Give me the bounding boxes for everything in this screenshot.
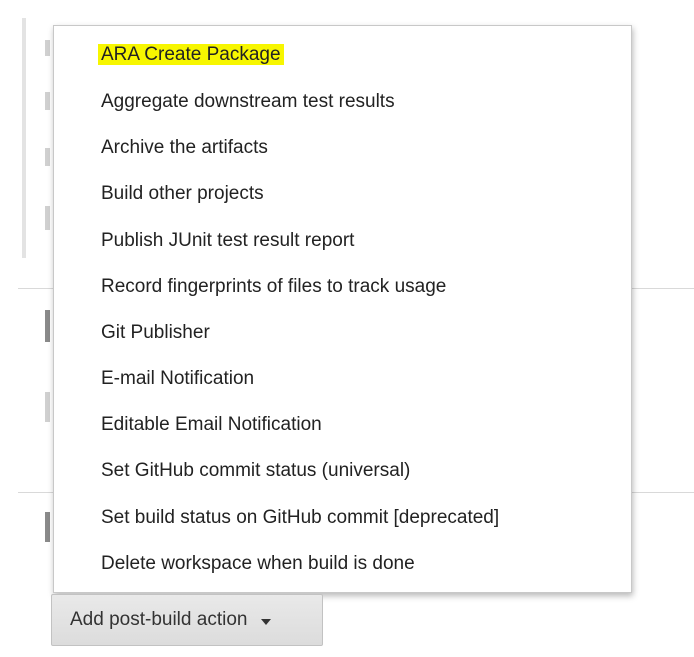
menu-item-label: Delete workspace when build is done: [101, 553, 415, 574]
form-field-stub: [45, 392, 50, 422]
menu-item-label: ARA Create Package: [98, 44, 284, 65]
add-post-build-action-label: Add post-build action: [70, 609, 248, 630]
form-field-stub: [45, 206, 50, 230]
menu-item-publish-junit-report[interactable]: Publish JUnit test result report: [98, 226, 357, 256]
menu-item-label: Aggregate downstream test results: [101, 91, 395, 112]
form-field-stub: [45, 310, 50, 342]
menu-item-ara-create-package[interactable]: ARA Create Package: [98, 40, 284, 70]
menu-item-set-github-commit-status[interactable]: Set GitHub commit status (universal): [98, 456, 413, 486]
menu-item-label: Git Publisher: [101, 322, 210, 343]
section-rail: [22, 18, 26, 258]
menu-item-aggregate-downstream-test-results[interactable]: Aggregate downstream test results: [98, 87, 398, 117]
menu-item-label: Editable Email Notification: [101, 414, 322, 435]
menu-item-label: E-mail Notification: [101, 368, 255, 389]
form-field-stub: [45, 40, 50, 56]
menu-item-label: Record fingerprints of files to track us…: [101, 276, 447, 297]
page: ARA Create Package Aggregate downstream …: [0, 0, 694, 657]
caret-down-icon: [261, 618, 272, 625]
menu-item-label: Build other projects: [101, 183, 264, 204]
menu-item-label: Archive the artifacts: [101, 137, 268, 158]
menu-item-label: Publish JUnit test result report: [101, 230, 355, 251]
menu-item-record-fingerprints[interactable]: Record fingerprints of files to track us…: [98, 272, 449, 302]
menu-item-editable-email-notification[interactable]: Editable Email Notification: [98, 410, 325, 440]
menu-item-archive-artifacts[interactable]: Archive the artifacts: [98, 133, 271, 163]
menu-item-delete-workspace[interactable]: Delete workspace when build is done: [98, 549, 418, 579]
add-post-build-action-button[interactable]: Add post-build action: [51, 594, 323, 646]
menu-item-set-build-status-github-deprecated[interactable]: Set build status on GitHub commit [depre…: [98, 503, 502, 533]
menu-item-label: Set build status on GitHub commit [depre…: [101, 507, 500, 528]
menu-item-build-other-projects[interactable]: Build other projects: [98, 179, 267, 209]
menu-item-email-notification[interactable]: E-mail Notification: [98, 364, 257, 394]
form-field-stub: [45, 92, 50, 110]
menu-item-git-publisher[interactable]: Git Publisher: [98, 318, 213, 348]
menu-item-label: Set GitHub commit status (universal): [101, 460, 411, 481]
form-field-stub: [45, 148, 50, 166]
form-field-stub: [45, 512, 50, 542]
post-build-action-menu: ARA Create Package Aggregate downstream …: [53, 25, 632, 593]
